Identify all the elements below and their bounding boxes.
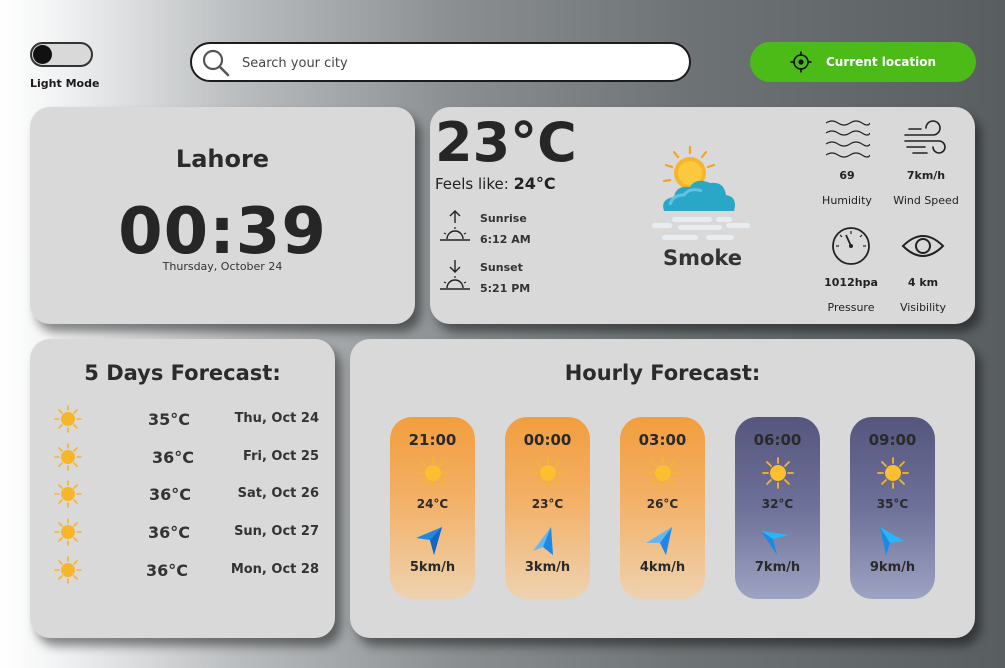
hourly-item: 09:00 35°C 9km/h [850,417,935,599]
sun-icon [54,556,82,584]
visibility-label: Visibility [899,301,947,314]
city-name: Lahore [175,145,270,173]
hourly-temp: 24°C [416,497,449,511]
wind-direction-arrow-icon [880,527,904,555]
hourly-time: 06:00 [753,431,802,449]
forecast-day-row: 35°C Thu, Oct 24 [54,405,319,435]
feels-like-value: 24°C [513,174,556,193]
hourly-temp: 23°C [531,497,564,511]
humidity-waves-icon [825,120,870,158]
sun-icon [417,457,449,489]
hourly-title: Hourly Forecast: [564,361,761,385]
pressure-stat: 1012hpa Pressure [816,224,886,314]
wind-direction-arrow-icon [761,531,789,555]
pressure-value: 1012hpa [824,276,878,289]
forecast-temp: 36°C [149,485,192,504]
sun-icon [54,518,82,546]
humidity-value: 69 [839,169,855,182]
visibility-stat: 4 km Visibility [888,224,958,314]
hourly-wind: 4km/h [639,560,686,575]
five-day-title: 5 Days Forecast: [84,361,281,385]
wind-direction-arrow-icon [533,527,553,555]
feels-like: Feels like: 24°C [435,174,556,193]
wind-speed-value: 7km/h [906,169,946,182]
hourly-temp: 32°C [761,497,794,511]
hourly-item: 06:00 32°C 7km/h [735,417,820,599]
hourly-wind: 9km/h [869,560,916,575]
hourly-wind: 3km/h [524,560,571,575]
sunrise-label: Sunrise [480,212,527,225]
five-day-forecast-card: 5 Days Forecast: 35°C Thu, Oct 24 36°C F… [30,339,335,638]
search-icon [202,49,230,77]
forecast-day-row: 36°C Sun, Oct 27 [54,518,319,548]
forecast-date: Sun, Oct 27 [234,524,319,539]
wind-icon [904,120,946,154]
hourly-wind: 7km/h [754,560,801,575]
forecast-day-row: 36°C Mon, Oct 28 [54,556,319,586]
sun-icon [762,457,794,489]
hourly-time: 00:00 [523,431,572,449]
forecast-day-row: 36°C Fri, Oct 25 [54,443,319,473]
current-temperature: 23°C [435,111,577,174]
current-location-label: Current location [826,55,936,69]
hourly-wind: 5km/h [409,560,456,575]
forecast-date: Fri, Oct 25 [243,449,319,464]
sun-icon [54,480,82,508]
wind-direction-arrow-icon [646,527,672,555]
mode-label: Light Mode [30,77,100,90]
sunset-time: 5:21 PM [480,282,531,295]
hourly-item: 21:00 24°C 5km/h [390,417,475,599]
forecast-date: Mon, Oct 28 [230,562,319,577]
hourly-temp: 26°C [646,497,679,511]
forecast-temp: 36°C [148,523,191,542]
pressure-gauge-icon [832,227,870,265]
sun-icon [54,443,82,471]
hourly-forecast-card: Hourly Forecast: 21:00 24°C 5km/h 00:00 … [350,339,975,638]
forecast-temp: 36°C [146,561,189,580]
wind-speed-stat: 7km/h Wind Speed [891,117,961,207]
clock-time: 00:39 [118,195,327,269]
forecast-date: Sat, Oct 26 [237,486,319,501]
sun-icon [54,405,82,433]
sunset-icon [440,260,470,290]
current-location-button[interactable]: Current location [750,42,976,82]
forecast-temp: 36°C [152,448,195,467]
humidity-label: Humidity [822,194,872,207]
sunrise-icon [440,210,470,241]
hourly-temp: 35°C [876,497,909,511]
sunrise-row: Sunrise 6:12 AM [438,209,558,249]
current-date: Thursday, October 24 [162,260,283,273]
visibility-value: 4 km [907,276,939,289]
eye-icon [901,235,945,257]
forecast-date: Thu, Oct 24 [234,411,319,426]
sunrise-time: 6:12 AM [480,233,531,246]
humidity-stat: 69 Humidity [812,117,882,207]
sunset-label: Sunset [480,261,523,274]
feels-like-label: Feels like: [435,175,509,193]
hourly-time: 21:00 [408,431,457,449]
hourly-time: 03:00 [638,431,687,449]
search-input[interactable] [242,52,662,74]
sunset-row: Sunset 5:21 PM [438,258,558,298]
sun-icon [532,457,564,489]
pressure-label: Pressure [827,301,875,314]
hourly-item: 03:00 26°C 4km/h [620,417,705,599]
forecast-day-row: 36°C Sat, Oct 26 [54,480,319,510]
sun-icon [877,457,909,489]
search-bar[interactable] [190,42,691,82]
crosshair-icon [790,51,812,73]
wind-direction-arrow-icon [416,527,442,555]
forecast-temp: 35°C [148,410,191,429]
smoke-weather-icon [652,145,750,240]
hourly-time: 09:00 [868,431,917,449]
weather-condition: Smoke [662,246,743,270]
wind-speed-label: Wind Speed [893,194,959,207]
theme-toggle[interactable] [30,42,93,67]
city-time-card: Lahore 00:39 Thursday, October 24 [30,107,415,324]
toggle-knob [33,45,52,64]
hourly-item: 00:00 23°C 3km/h [505,417,590,599]
sun-icon [647,457,679,489]
current-weather-card: 23°C Feels like: 24°C Sunrise 6:12 AM Su… [430,107,975,324]
